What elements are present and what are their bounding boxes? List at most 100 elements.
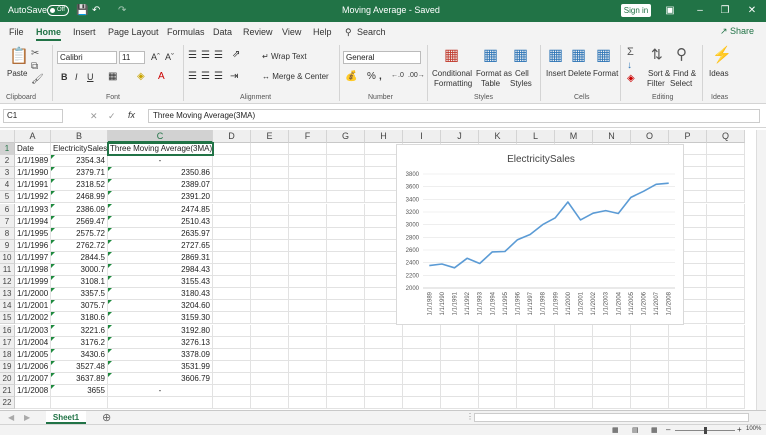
fill-icon[interactable]: ↓: [627, 60, 632, 71]
grid-cell[interactable]: [403, 397, 441, 410]
grid-cell[interactable]: [403, 372, 441, 385]
formula-input[interactable]: Three Moving Average(3MA): [148, 109, 760, 123]
row-header[interactable]: 5: [0, 191, 15, 204]
grid-cell[interactable]: [327, 336, 365, 349]
underline-icon[interactable]: U: [87, 72, 94, 82]
font-size-box[interactable]: 11: [119, 51, 145, 64]
grid-cell[interactable]: [327, 203, 365, 216]
grid-cell[interactable]: [251, 324, 289, 337]
grid-cell[interactable]: [403, 348, 441, 361]
grid-cell[interactable]: [555, 348, 593, 361]
conditional-formatting-icon[interactable]: ▦: [444, 45, 459, 65]
grid-cell[interactable]: [327, 239, 365, 252]
grid-cell[interactable]: [327, 227, 365, 240]
cell-c5[interactable]: 2391.20: [108, 191, 213, 204]
grid-cell[interactable]: [707, 203, 745, 216]
format-painter-icon[interactable]: 🖌: [31, 74, 44, 85]
grid-cell[interactable]: [631, 372, 669, 385]
grid-cell[interactable]: [327, 215, 365, 228]
cell-b10[interactable]: 2844.5: [51, 251, 108, 264]
select-all-corner[interactable]: [0, 130, 15, 143]
grid-cell[interactable]: [517, 348, 555, 361]
column-header-n[interactable]: N: [593, 130, 631, 143]
grid-cell[interactable]: [365, 348, 403, 361]
grid-cell[interactable]: [251, 203, 289, 216]
accounting-icon[interactable]: 💰: [345, 71, 357, 82]
grid-cell[interactable]: [707, 397, 745, 410]
format-table-icon[interactable]: ▦: [483, 45, 498, 65]
grid-cell[interactable]: [15, 397, 51, 410]
save-icon[interactable]: 💾: [76, 5, 88, 16]
grid-cell[interactable]: [555, 397, 593, 410]
grid-cell[interactable]: [213, 191, 251, 204]
grid-cell[interactable]: [251, 239, 289, 252]
grid-cell[interactable]: [707, 215, 745, 228]
row-header[interactable]: 4: [0, 179, 15, 192]
grid-cell[interactable]: [479, 385, 517, 398]
enter-icon[interactable]: ✓: [108, 111, 116, 122]
grid-cell[interactable]: [593, 324, 631, 337]
tab-formulas[interactable]: Formulas: [167, 27, 205, 37]
cell-c14[interactable]: 3204.60: [108, 300, 213, 313]
row-header[interactable]: 7: [0, 215, 15, 228]
grid-cell[interactable]: [327, 385, 365, 398]
cell-a4[interactable]: 1/1/1991: [15, 179, 51, 192]
grid-cell[interactable]: [517, 336, 555, 349]
grid-cell[interactable]: [669, 372, 707, 385]
grid-cell[interactable]: [669, 385, 707, 398]
grid-cell[interactable]: [289, 360, 327, 373]
cell-c13[interactable]: 3180.43: [108, 288, 213, 301]
grid-cell[interactable]: [707, 143, 745, 156]
grid-cell[interactable]: [51, 397, 108, 410]
grid-cell[interactable]: [707, 360, 745, 373]
vertical-scrollbar[interactable]: [756, 130, 766, 410]
cell-b4[interactable]: 2318.52: [51, 179, 108, 192]
row-header[interactable]: 19: [0, 360, 15, 373]
cell-a12[interactable]: 1/1/1999: [15, 276, 51, 289]
grid-cell[interactable]: [631, 397, 669, 410]
cell-c20[interactable]: 3606.79: [108, 372, 213, 385]
grid-cell[interactable]: [669, 360, 707, 373]
merge-center-button[interactable]: ↔ Merge & Center: [262, 72, 329, 81]
tab-data[interactable]: Data: [213, 27, 232, 37]
grid-cell[interactable]: [631, 348, 669, 361]
borders-icon[interactable]: ▦: [108, 71, 117, 82]
sort-filter-icon[interactable]: ⇅: [651, 46, 663, 63]
grid-cell[interactable]: [213, 348, 251, 361]
grid-cell[interactable]: [707, 348, 745, 361]
format-table-button[interactable]: Format as: [476, 69, 512, 78]
cell-b21[interactable]: 3655: [51, 385, 108, 398]
cell-b11[interactable]: 3000.7: [51, 264, 108, 277]
grid-cell[interactable]: [327, 300, 365, 313]
format-cells-icon[interactable]: ▦: [596, 45, 611, 65]
function-icon[interactable]: fx: [128, 110, 135, 120]
column-header-l[interactable]: L: [517, 130, 555, 143]
grid-cell[interactable]: [479, 324, 517, 337]
cell-a6[interactable]: 1/1/1993: [15, 203, 51, 216]
grid-cell[interactable]: [289, 312, 327, 325]
cell-c16[interactable]: 3192.80: [108, 324, 213, 337]
grid-cell[interactable]: [441, 336, 479, 349]
grid-cell[interactable]: [213, 143, 251, 156]
normal-view-icon[interactable]: ▦: [612, 426, 619, 434]
cell-a2[interactable]: 1/1/1989: [15, 155, 51, 168]
name-box[interactable]: C1: [3, 109, 63, 123]
grid-cell[interactable]: [479, 336, 517, 349]
grid-cell[interactable]: [365, 336, 403, 349]
grid-cell[interactable]: [631, 324, 669, 337]
cell-b20[interactable]: 3637.89: [51, 372, 108, 385]
grid-cell[interactable]: [555, 360, 593, 373]
grid-cell[interactable]: [669, 348, 707, 361]
row-header[interactable]: 21: [0, 385, 15, 398]
decrease-font-icon[interactable]: Aˇ: [165, 52, 174, 62]
grid-cell[interactable]: [631, 360, 669, 373]
cell-b12[interactable]: 3108.1: [51, 276, 108, 289]
column-header-d[interactable]: D: [213, 130, 251, 143]
cell-c19[interactable]: 3531.99: [108, 360, 213, 373]
grid-cell[interactable]: [108, 397, 213, 410]
grid-cell[interactable]: [327, 167, 365, 180]
grid-cell[interactable]: [251, 143, 289, 156]
cell-c3[interactable]: 2350.86: [108, 167, 213, 180]
find-select-button[interactable]: Find &: [673, 69, 696, 78]
grid-cell[interactable]: [707, 239, 745, 252]
